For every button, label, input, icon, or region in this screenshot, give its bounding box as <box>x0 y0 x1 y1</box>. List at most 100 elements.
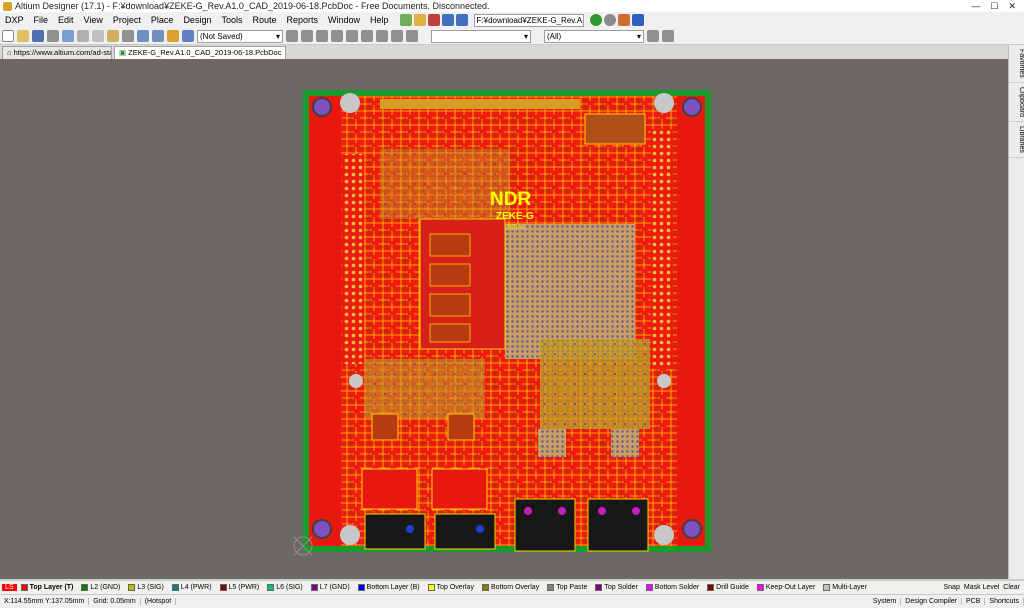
layer-l4[interactable]: L4 (PWR) <box>168 584 216 591</box>
pad-icon[interactable] <box>331 30 343 42</box>
net-dropdown[interactable] <box>431 29 531 43</box>
right-panel: Favorites Clipboard Libraries <box>1008 45 1024 579</box>
layer-l6[interactable]: L6 (SIG) <box>263 584 306 591</box>
component-place-icon[interactable] <box>406 30 418 42</box>
panel-tab-favorites[interactable]: Favorites <box>1009 45 1024 83</box>
layer-l2[interactable]: L2 (GND) <box>77 584 124 591</box>
ic-chip <box>447 413 475 441</box>
move-icon[interactable] <box>122 30 134 42</box>
page-icon[interactable] <box>631 14 644 26</box>
cpu-bga <box>505 224 635 359</box>
layer-keep-out[interactable]: Keep-Out Layer <box>753 584 819 591</box>
back-icon[interactable] <box>589 14 602 26</box>
text-icon[interactable] <box>391 30 403 42</box>
layer-bottom-solder[interactable]: Bottom Solder <box>642 584 703 591</box>
component-icon[interactable] <box>427 14 440 26</box>
wire-icon[interactable] <box>399 14 412 26</box>
layer-color-swatch <box>756 584 764 591</box>
via-icon[interactable] <box>316 30 328 42</box>
minimize-icon[interactable]: — <box>971 1 980 12</box>
print-icon[interactable] <box>47 30 59 42</box>
via-pad <box>598 507 606 515</box>
tab-pcbdoc[interactable]: ▣ ZEKE-G_Rev.A1.0_CAD_2019-06-18.PcbDoc <box>114 46 287 59</box>
paste-icon[interactable] <box>107 30 119 42</box>
layer-top-solder[interactable]: Top Solder <box>591 584 641 591</box>
layer-top-paste[interactable]: Top Paste <box>543 584 591 591</box>
filter-icon[interactable] <box>182 30 194 42</box>
close-icon[interactable]: ✕ <box>1008 1 1016 12</box>
usb-connector <box>587 498 649 552</box>
grid-icon[interactable] <box>455 14 468 26</box>
home-icon[interactable] <box>617 14 630 26</box>
via-pad <box>524 507 532 515</box>
undo-icon[interactable] <box>137 30 149 42</box>
mask-level-button[interactable]: Mask Level <box>964 584 999 591</box>
panel-tab-clipboard[interactable]: Clipboard <box>1009 83 1024 122</box>
layer-l5[interactable]: L5 (PWR) <box>216 584 264 591</box>
mounting-hole <box>654 525 674 545</box>
maximize-icon[interactable]: ☐ <box>990 1 998 12</box>
path-input[interactable]: F:¥download¥ZEKE-G_Rev.A1.0 <box>473 13 584 27</box>
via-pad <box>558 507 566 515</box>
status-shortcuts-button[interactable]: Shortcuts <box>985 598 1024 605</box>
highlight-icon[interactable] <box>167 30 179 42</box>
apply-filter-icon[interactable] <box>647 30 659 42</box>
status-design-compiler-button[interactable]: Design Compiler <box>901 598 963 605</box>
tab-web-start[interactable]: ⌂ https://www.altium.com/ad-start-... <box>2 46 112 59</box>
layer-color-swatch <box>481 584 489 591</box>
layer-l3[interactable]: L3 (SIG) <box>124 584 167 591</box>
zoom-icon[interactable] <box>62 30 74 42</box>
panel-tab-libraries[interactable]: Libraries <box>1009 122 1024 158</box>
menu-project[interactable]: Project <box>108 15 146 25</box>
menu-dxp[interactable]: DXP <box>0 15 29 25</box>
layer-top[interactable]: Top Layer (T) <box>17 584 78 591</box>
pcb-canvas[interactable]: NDR ZEKE-G REV A <box>0 59 1008 579</box>
menu-bar: DXP File Edit View Project Place Design … <box>0 12 1024 28</box>
menu-window[interactable]: Window <box>323 15 365 25</box>
layer-top-overlay[interactable]: Top Overlay <box>424 584 478 591</box>
clear-button[interactable]: Clear <box>1003 584 1020 591</box>
filter-dropdown[interactable]: (All) <box>544 29 644 43</box>
open-icon[interactable] <box>17 30 29 42</box>
layer-drill-guide[interactable]: Drill Guide <box>703 584 753 591</box>
layer-bottom-overlay[interactable]: Bottom Overlay <box>478 584 543 591</box>
route-icon[interactable] <box>286 30 298 42</box>
cut-icon[interactable] <box>77 30 89 42</box>
align-icon[interactable] <box>413 14 426 26</box>
menu-reports[interactable]: Reports <box>282 15 324 25</box>
current-layer-indicator[interactable]: LS <box>2 584 17 591</box>
arc-icon[interactable] <box>346 30 358 42</box>
menu-tools[interactable]: Tools <box>216 15 247 25</box>
connector-bottom <box>364 513 426 550</box>
clear-filter-icon[interactable] <box>662 30 674 42</box>
copy-icon[interactable] <box>92 30 104 42</box>
menu-help[interactable]: Help <box>365 15 394 25</box>
fill-icon[interactable] <box>361 30 373 42</box>
menu-view[interactable]: View <box>79 15 108 25</box>
menu-edit[interactable]: Edit <box>53 15 79 25</box>
new-icon[interactable] <box>2 30 14 42</box>
diff-route-icon[interactable] <box>301 30 313 42</box>
layer-color-swatch <box>219 584 227 591</box>
polygon-icon[interactable] <box>376 30 388 42</box>
via-pad <box>476 525 484 533</box>
menu-route[interactable]: Route <box>247 15 281 25</box>
mounting-hole <box>340 93 360 113</box>
menu-design[interactable]: Design <box>178 15 216 25</box>
status-pcb-button[interactable]: PCB <box>962 598 986 605</box>
snap-button[interactable]: Snap <box>944 584 960 591</box>
layer-bottom[interactable]: Bottom Layer (B) <box>354 584 424 591</box>
menu-file[interactable]: File <box>29 15 54 25</box>
save-icon[interactable] <box>32 30 44 42</box>
redo-icon[interactable] <box>152 30 164 42</box>
pcb-board-view: NDR ZEKE-G REV A <box>293 90 711 556</box>
via-pad <box>632 507 640 515</box>
saved-dropdown[interactable]: (Not Saved) <box>197 29 283 43</box>
select-icon[interactable] <box>441 14 454 26</box>
top-connector <box>584 113 646 145</box>
layer-l7[interactable]: L7 (GND) <box>307 584 354 591</box>
forward-icon[interactable] <box>603 14 616 26</box>
menu-place[interactable]: Place <box>146 15 179 25</box>
layer-multi[interactable]: Multi-Layer <box>819 584 871 591</box>
status-system-button[interactable]: System <box>869 598 902 605</box>
